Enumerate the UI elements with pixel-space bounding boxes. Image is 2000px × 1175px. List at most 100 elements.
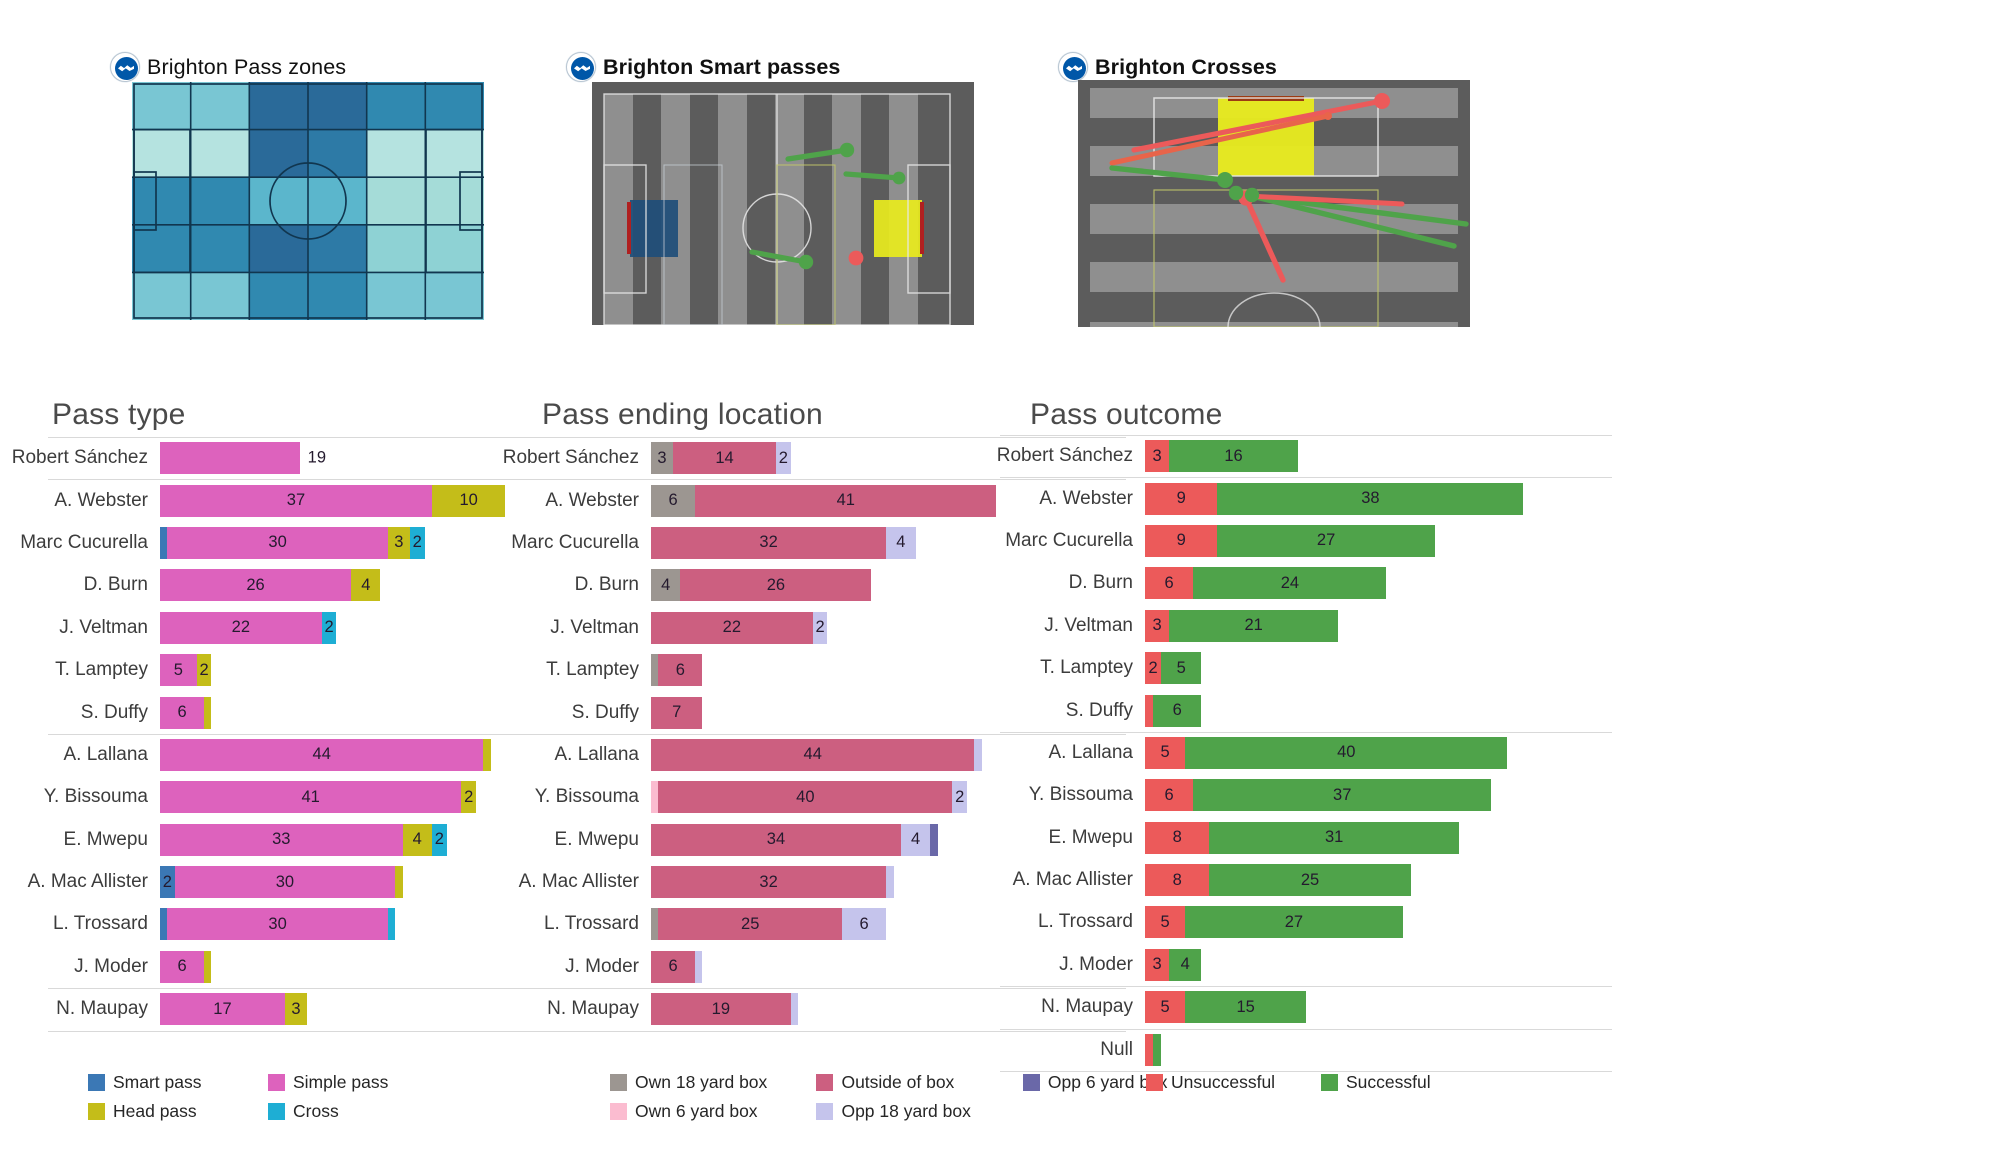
bar-segment[interactable]: 41	[695, 484, 997, 517]
stacked-bar[interactable]: 37 10	[160, 484, 506, 517]
stacked-bar[interactable]: 34	[1145, 948, 1202, 981]
bar-segment[interactable]	[651, 781, 659, 814]
bar-segment[interactable]: 41	[160, 781, 462, 814]
bar-segment[interactable]: 3	[387, 526, 410, 559]
bar-segment[interactable]	[1145, 694, 1154, 727]
legend-item[interactable]: Smart pass	[88, 1072, 268, 1093]
bar-segment[interactable]: 38	[1217, 482, 1524, 515]
stacked-bar[interactable]: 5 27	[1145, 906, 1403, 939]
bar-segment[interactable]: 9	[1145, 524, 1218, 557]
bar-segment[interactable]: 25	[658, 908, 843, 941]
bar-segment[interactable]: 5	[1145, 991, 1186, 1024]
legend-item[interactable]: Unsuccessful	[1146, 1072, 1321, 1093]
table-row[interactable]: D. Burn 6 24	[1069, 562, 1565, 604]
bar-segment[interactable]: 30	[167, 526, 388, 559]
legend-item[interactable]: Outside of box	[816, 1072, 1022, 1093]
table-row[interactable]: Robert Sánchez 3 16	[997, 435, 1565, 477]
bar-segment[interactable]	[651, 654, 659, 687]
stacked-bar[interactable]: 44	[651, 738, 982, 771]
bar-segment[interactable]: 22	[651, 611, 813, 644]
legend-item[interactable]: Own 6 yard box	[610, 1101, 816, 1122]
bar-segment[interactable]: 4	[651, 569, 681, 602]
bar-segment[interactable]: 2	[952, 781, 968, 814]
bar-segment[interactable]: 9	[1145, 482, 1218, 515]
bar-segment[interactable]: 4	[402, 823, 432, 856]
table-row[interactable]: J. Moder 6	[74, 946, 620, 988]
table-row[interactable]: Marc Cucurella 9 27	[1005, 520, 1565, 562]
bar-segment[interactable]	[160, 442, 300, 475]
stacked-bar[interactable]: 5 40	[1145, 736, 1508, 769]
bar-segment[interactable]: 32	[651, 866, 887, 899]
bar-segment[interactable]	[886, 866, 894, 899]
table-row[interactable]: Y. Bissouma 6 37	[1029, 774, 1565, 816]
bar-segment[interactable]: 2	[461, 781, 477, 814]
bar-segment[interactable]: 4	[886, 526, 916, 559]
table-row[interactable]: T. Lamptey 2 5	[1040, 647, 1565, 689]
table-row[interactable]: L. Trossard 5 27	[1038, 901, 1565, 943]
bar-segment[interactable]: 2	[812, 611, 828, 644]
bar-segment[interactable]: 15	[1185, 991, 1306, 1024]
table-row[interactable]: J. Veltman 22 2	[550, 607, 1111, 649]
stacked-bar[interactable]: 19	[651, 993, 798, 1026]
table-row[interactable]: J. Veltman 3 21	[1044, 605, 1565, 647]
bar-segment[interactable]: 26	[680, 569, 872, 602]
stacked-bar[interactable]: 26 4	[160, 569, 381, 602]
stacked-bar[interactable]: 34 4	[651, 823, 938, 856]
bar-segment[interactable]	[695, 950, 703, 983]
table-row[interactable]: Null	[1100, 1028, 1565, 1070]
bar-segment[interactable]: 4	[900, 823, 931, 856]
bar-segment[interactable]	[160, 526, 168, 559]
table-row[interactable]: J. Moder 6	[565, 946, 1111, 988]
stacked-bar[interactable]: 25	[1145, 652, 1202, 685]
stacked-bar[interactable]: 30 3 2	[160, 526, 425, 559]
bar-segment[interactable]: 5	[1161, 652, 1202, 685]
table-row[interactable]: D. Burn 26 4	[84, 564, 620, 606]
bar-segment[interactable]: 16	[1169, 440, 1298, 473]
table-row[interactable]: D. Burn 4 26	[575, 564, 1111, 606]
legend-item[interactable]: Opp 18 yard box	[816, 1101, 1022, 1122]
bar-segment[interactable]	[395, 866, 403, 899]
bar-segment[interactable]	[204, 696, 212, 729]
bar-segment[interactable]: 33	[160, 823, 403, 856]
bar-segment[interactable]: 3	[1145, 948, 1170, 981]
bar-segment[interactable]: 7	[651, 696, 703, 729]
bar-segment[interactable]: 2	[409, 526, 425, 559]
bar-segment[interactable]: 14	[673, 442, 776, 475]
bar-segment[interactable]: 34	[651, 823, 901, 856]
bar-segment[interactable]: 5	[1145, 736, 1186, 769]
table-row[interactable]: E. Mwepu 33 4 2	[64, 819, 620, 861]
table-row[interactable]: S. Duffy 6	[81, 691, 620, 733]
stacked-bar[interactable]: 52	[160, 654, 212, 687]
bar-segment[interactable]: 3	[284, 993, 307, 1026]
stacked-bar[interactable]: 6	[160, 950, 212, 983]
table-row[interactable]: E. Mwepu 34 4	[555, 819, 1111, 861]
bar-segment[interactable]: 6	[1145, 779, 1194, 812]
bar-segment[interactable]: 37	[160, 484, 432, 517]
table-row[interactable]: A. Lallana 44	[554, 734, 1111, 776]
table-row[interactable]: S. Duffy 6	[1066, 689, 1565, 731]
legend-item[interactable]: Simple pass	[268, 1072, 448, 1093]
bar-segment[interactable]: 6	[1145, 567, 1194, 600]
bar-segment[interactable]: 30	[174, 866, 396, 899]
stacked-bar[interactable]: 3 14 2	[651, 442, 791, 475]
stacked-bar[interactable]: 44	[160, 738, 491, 771]
bar-segment[interactable]: 2	[775, 442, 791, 475]
table-row[interactable]: E. Mwepu 8 31	[1049, 817, 1565, 859]
bar-segment[interactable]: 8	[1145, 821, 1210, 854]
bar-segment[interactable]: 25	[1209, 864, 1411, 897]
stacked-bar[interactable]: 17 3	[160, 993, 307, 1026]
stacked-bar[interactable]: 40 2	[651, 781, 968, 814]
stacked-bar[interactable]: 30	[160, 908, 396, 941]
bar-segment[interactable]: 17	[160, 993, 285, 1026]
bar-segment[interactable]: 2	[1145, 652, 1162, 685]
stacked-bar[interactable]: 6 37	[1145, 779, 1492, 812]
stacked-bar[interactable]: 33 4 2	[160, 823, 447, 856]
bar-segment[interactable]: 31	[1209, 821, 1459, 854]
table-row[interactable]: A. Webster 9 38	[1039, 477, 1565, 519]
bar-segment[interactable]: 22	[160, 611, 322, 644]
bar-segment[interactable]: 2	[196, 654, 212, 687]
bar-segment[interactable]: 6	[160, 696, 205, 729]
bar-segment[interactable]: 6	[658, 654, 703, 687]
stacked-bar[interactable]: 32 4	[651, 526, 916, 559]
bar-segment[interactable]	[930, 823, 938, 856]
